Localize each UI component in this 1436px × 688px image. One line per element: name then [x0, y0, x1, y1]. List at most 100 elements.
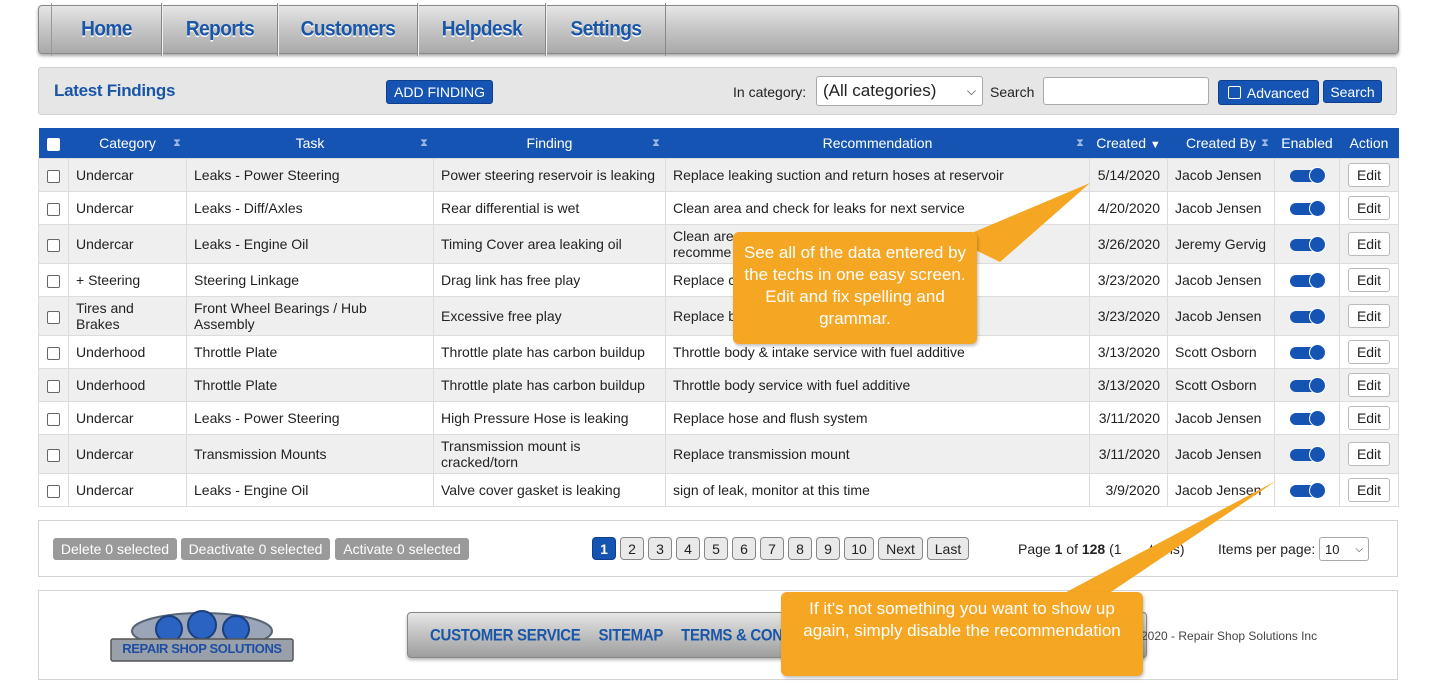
category-cell: Underhood — [68, 368, 187, 402]
edit-button[interactable]: Edit — [1348, 340, 1390, 364]
filter-icon[interactable]: ⧗ — [172, 137, 183, 149]
row-checkbox[interactable] — [47, 274, 60, 288]
page-button-2[interactable]: 2 — [620, 537, 644, 560]
created-by-cell: Jacob Jensen — [1167, 473, 1275, 507]
nav-settings[interactable]: Settings — [546, 3, 666, 56]
next-page-button[interactable]: Next — [878, 537, 923, 560]
page-button-4[interactable]: 4 — [676, 537, 700, 560]
column-header-finding[interactable]: Finding ⧗ — [433, 128, 666, 159]
category-cell: Undercar — [68, 224, 187, 264]
nav-reports[interactable]: Reports — [162, 3, 278, 56]
filter-icon[interactable]: ⧗ — [651, 137, 662, 149]
filter-icon[interactable]: ⧗ — [1075, 137, 1086, 149]
deactivate-selected-button[interactable]: Deactivate 0 selected — [181, 538, 330, 560]
created-cell: 3/13/2020 — [1089, 368, 1168, 402]
nav-home[interactable]: Home — [51, 3, 162, 56]
action-cell: Edit — [1339, 296, 1399, 336]
column-header-created[interactable]: Created ▼ — [1089, 128, 1168, 159]
page-title: Latest Findings — [54, 81, 176, 100]
task-cell: Throttle Plate — [186, 368, 434, 402]
row-checkbox[interactable] — [47, 346, 60, 360]
category-select[interactable]: (All categories) ⌵ — [816, 76, 983, 106]
filter-icon[interactable]: ⧗ — [419, 137, 430, 149]
edit-button[interactable]: Edit — [1348, 373, 1390, 397]
footer-link-customer-service[interactable]: CUSTOMER SERVICE — [430, 625, 581, 644]
row-checkbox[interactable] — [47, 202, 60, 216]
enabled-toggle[interactable] — [1290, 410, 1326, 428]
enabled-toggle[interactable] — [1290, 482, 1326, 500]
row-checkbox[interactable] — [47, 379, 60, 393]
enabled-toggle[interactable] — [1290, 308, 1326, 326]
category-cell: Undercar — [68, 401, 187, 435]
created-cell: 3/9/2020 — [1089, 473, 1168, 507]
row-select-cell — [38, 368, 69, 402]
enabled-toggle[interactable] — [1290, 446, 1326, 464]
page-button-9[interactable]: 9 — [816, 537, 840, 560]
enabled-cell — [1274, 401, 1340, 435]
edit-button[interactable]: Edit — [1348, 304, 1390, 328]
enabled-cell — [1274, 473, 1340, 507]
enabled-toggle[interactable] — [1290, 377, 1326, 395]
row-checkbox[interactable] — [47, 169, 60, 183]
recommendation-cell: Replace transmission mount — [665, 434, 1090, 474]
footer-link-sitemap[interactable]: SITEMAP — [599, 625, 664, 644]
row-select-cell — [38, 434, 69, 474]
search-input[interactable] — [1043, 77, 1209, 105]
enabled-toggle[interactable] — [1290, 200, 1326, 218]
edit-button[interactable]: Edit — [1348, 406, 1390, 430]
filter-icon[interactable]: ⧗ — [1260, 137, 1271, 149]
enabled-toggle[interactable] — [1290, 236, 1326, 254]
column-header-recommendation[interactable]: Recommendation ⧗ — [665, 128, 1090, 159]
row-checkbox[interactable] — [47, 310, 60, 324]
page-button-3[interactable]: 3 — [648, 537, 672, 560]
finding-cell: Valve cover gasket is leaking — [433, 473, 666, 507]
delete-selected-button[interactable]: Delete 0 selected — [53, 538, 177, 560]
row-checkbox[interactable] — [47, 238, 60, 252]
nav-customers[interactable]: Customers — [278, 3, 418, 56]
top-navigation: Home Reports Customers Helpdesk Settings — [38, 3, 1399, 56]
category-cell: Undercar — [68, 191, 187, 225]
column-header-created-by[interactable]: Created By ⧗ — [1167, 128, 1275, 159]
edit-button[interactable]: Edit — [1348, 268, 1390, 292]
page-button-8[interactable]: 8 — [788, 537, 812, 560]
row-select-cell — [38, 224, 69, 264]
edit-button[interactable]: Edit — [1348, 232, 1390, 256]
add-finding-button[interactable]: ADD FINDING — [386, 80, 493, 104]
enabled-cell — [1274, 434, 1340, 474]
column-header-category[interactable]: Category ⧗ — [68, 128, 187, 159]
created-cell: 3/26/2020 — [1089, 224, 1168, 264]
page-info-prefix: Page — [1018, 541, 1055, 557]
column-label: Created By — [1185, 135, 1257, 151]
findings-table: Category ⧗ Task ⧗ Finding ⧗ Recommendation ⧗… — [38, 128, 1399, 507]
edit-button[interactable]: Edit — [1348, 442, 1390, 466]
row-checkbox[interactable] — [47, 412, 60, 426]
page-button-10[interactable]: 10 — [844, 537, 874, 560]
edit-button[interactable]: Edit — [1348, 196, 1390, 220]
page-button-7[interactable]: 7 — [760, 537, 784, 560]
page-button-5[interactable]: 5 — [704, 537, 728, 560]
page-button-1[interactable]: 1 — [592, 537, 616, 560]
nav-helpdesk[interactable]: Helpdesk — [418, 3, 546, 56]
column-header-task[interactable]: Task ⧗ — [186, 128, 434, 159]
action-cell: Edit — [1339, 434, 1399, 474]
category-cell: Undercar — [68, 158, 187, 192]
enabled-cell — [1274, 224, 1340, 264]
pagination: 1 2 3 4 5 6 7 8 9 10 Next Last — [592, 537, 969, 560]
row-checkbox[interactable] — [47, 448, 60, 462]
edit-button[interactable]: Edit — [1348, 478, 1390, 502]
last-page-button[interactable]: Last — [927, 537, 969, 560]
enabled-toggle[interactable] — [1290, 344, 1326, 362]
select-all-checkbox[interactable] — [47, 137, 60, 151]
activate-selected-button[interactable]: Activate 0 selected — [335, 538, 469, 560]
enabled-toggle[interactable] — [1290, 167, 1326, 185]
page-button-6[interactable]: 6 — [732, 537, 756, 560]
enabled-toggle[interactable] — [1290, 272, 1326, 290]
finding-cell: Throttle plate has carbon buildup — [433, 335, 666, 369]
created-by-cell: Jacob Jensen — [1167, 401, 1275, 435]
edit-button[interactable]: Edit — [1348, 163, 1390, 187]
advanced-toggle-button[interactable]: Advanced — [1218, 80, 1319, 105]
search-button[interactable]: Search — [1323, 80, 1382, 103]
created-by-cell: Jacob Jensen — [1167, 434, 1275, 474]
items-per-page-select[interactable]: 10 ⌵ — [1319, 537, 1369, 561]
row-checkbox[interactable] — [47, 484, 60, 498]
